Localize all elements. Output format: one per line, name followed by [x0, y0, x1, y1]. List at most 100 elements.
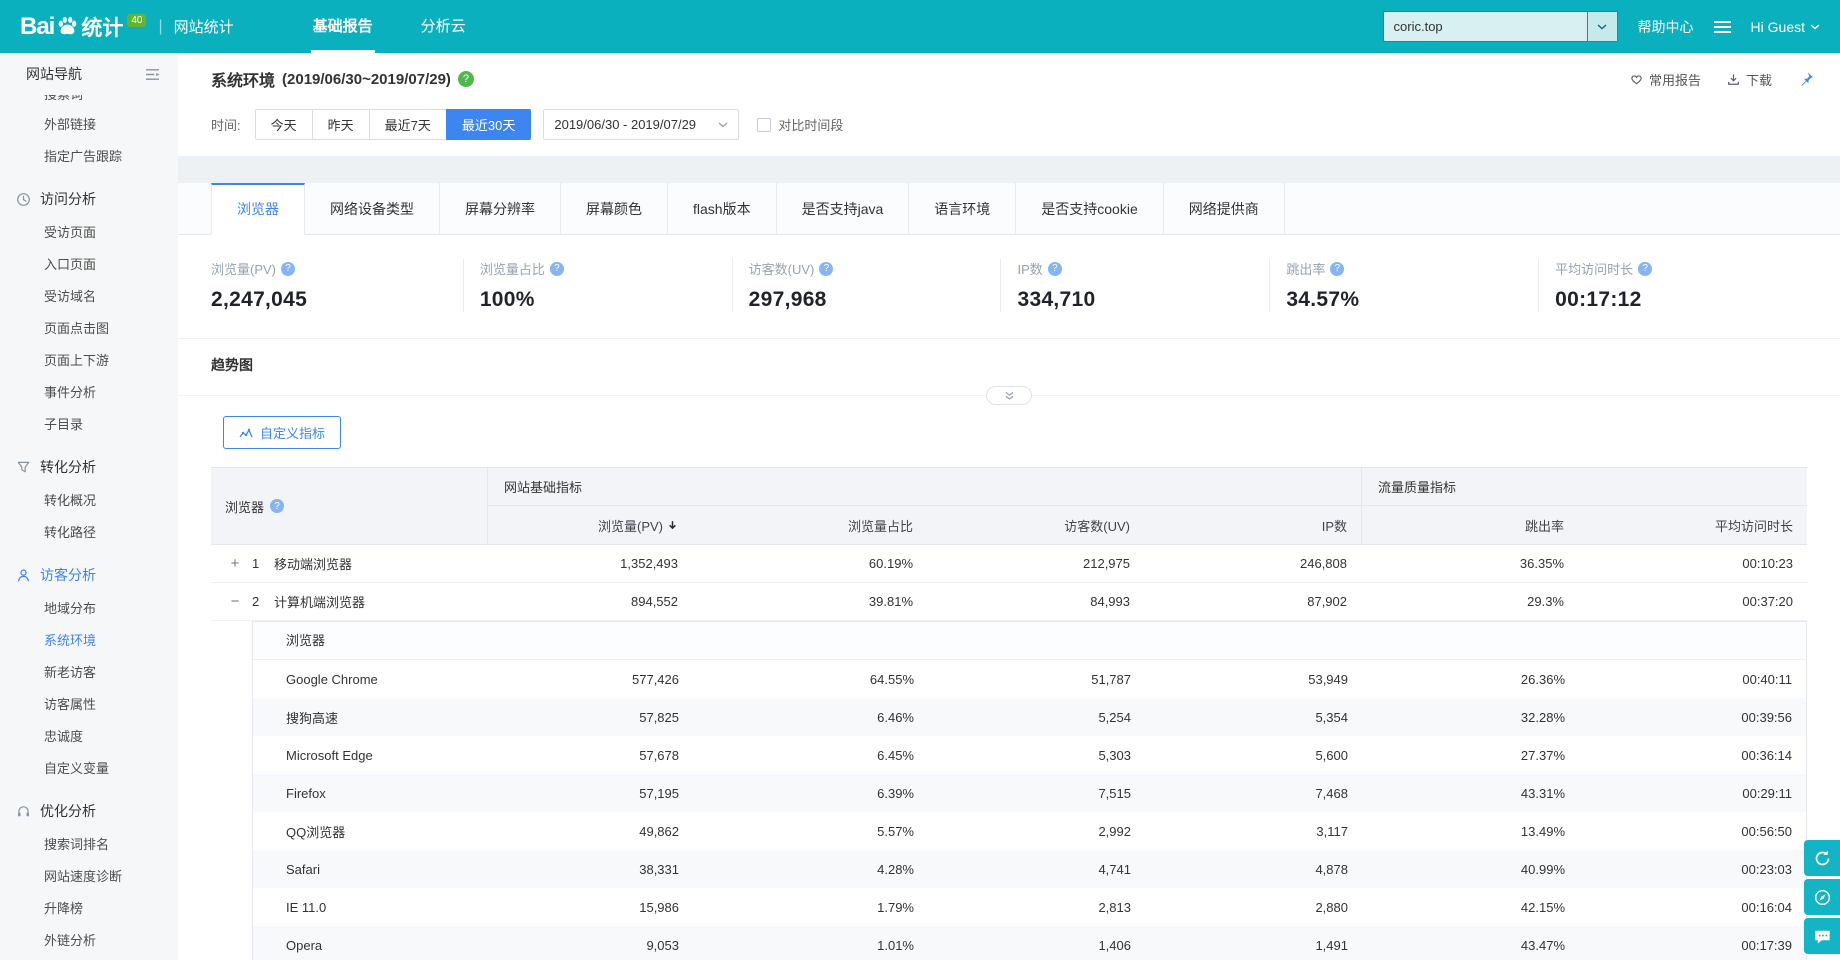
help-icon[interactable]: ? [819, 261, 834, 276]
date-range-select[interactable]: 2019/06/30 - 2019/07/29 [543, 109, 740, 140]
sub-table-row[interactable]: Safari 38,331 4.28% 4,741 4,878 40.99% 00:23:0… [253, 850, 1806, 888]
help-center-link[interactable]: 帮助中心 [1638, 17, 1694, 37]
sub-table-row[interactable]: IE 11.0 15,986 1.79% 2,813 2,880 42.15% 00:16:… [253, 888, 1806, 926]
metric-value: 2,247,045 [211, 288, 308, 311]
sidebar-item[interactable]: 访客属性 [0, 689, 178, 721]
row-value: 36.35% [1519, 556, 1564, 571]
refresh-float-button[interactable] [1804, 840, 1840, 876]
compare-checkbox[interactable] [757, 117, 772, 132]
sub-table-row[interactable]: Google Chrome 577,426 64.55% 51,787 53,949 26… [253, 660, 1806, 698]
menu-icon[interactable] [1713, 20, 1731, 33]
sidebar-item[interactable]: 入口页面 [0, 249, 178, 281]
sidebar-item[interactable]: 页面上下游 [0, 345, 178, 377]
sub-table-row[interactable]: Firefox 57,195 6.39% 7,515 7,468 43.31% 00:29:… [253, 774, 1806, 812]
sidebar-item[interactable]: 受访页面 [0, 217, 178, 249]
report-tab[interactable]: 是否支持cookie [1016, 183, 1164, 234]
sidebar-section[interactable]: 优化分析 [0, 793, 178, 829]
pin-icon[interactable] [1798, 71, 1814, 87]
sort-desc-icon[interactable] [667, 520, 678, 531]
sub-table-row[interactable]: Microsoft Edge 57,678 6.45% 5,303 5,600 27.37… [253, 736, 1806, 774]
sidebar-item[interactable]: 转化路径 [0, 517, 178, 549]
help-icon[interactable]: ? [457, 71, 474, 87]
sidebar-item[interactable]: 页面点击图 [0, 313, 178, 345]
custom-metric-button[interactable]: 自定义指标 [223, 416, 342, 449]
report-tab[interactable]: flash版本 [668, 183, 777, 234]
report-tab[interactable]: 是否支持java [777, 183, 910, 234]
table-row[interactable]: −2 计算机端浏览器 894,552 39.81% 84,993 87,902 29.3% 0… [211, 583, 1807, 621]
help-icon[interactable]: ? [281, 261, 296, 276]
sidebar-item[interactable]: 升降榜 [0, 893, 178, 925]
sidebar-item-site-nav[interactable]: 网站导航 [0, 53, 178, 95]
row-value: 39.81% [868, 594, 913, 609]
download-label: 下载 [1745, 72, 1772, 88]
chevron-down-icon[interactable] [1586, 12, 1617, 41]
column-header-label: 跳出率 [1524, 518, 1564, 534]
nav-tab[interactable]: 基础报告 [289, 0, 397, 53]
sub-table-row[interactable]: QQ浏览器 49,862 5.57% 2,992 3,117 13.49% 00:56:50 [253, 812, 1806, 850]
row-label: 搜狗高速 [286, 710, 339, 726]
sidebar-item[interactable]: 搜索词排名 [0, 829, 178, 861]
column-header[interactable]: 跳出率 [1361, 506, 1578, 544]
sidebar-item[interactable]: 忠诚度 [0, 721, 178, 753]
sidebar-item[interactable]: 新老访客 [0, 657, 178, 689]
nav-tab[interactable]: 分析云 [397, 0, 490, 53]
sidebar-item[interactable]: 子目录 [0, 409, 178, 441]
sidebar-item[interactable]: 系统环境 [0, 625, 178, 657]
column-header[interactable]: 访客数(UV) [927, 506, 1144, 544]
help-icon[interactable]: ? [1638, 261, 1653, 276]
sidebar-item[interactable]: 受访域名 [0, 281, 178, 313]
sidebar-item[interactable]: 地域分布 [0, 593, 178, 625]
column-header[interactable]: 浏览量(PV) [487, 506, 692, 544]
help-icon[interactable]: ? [1330, 261, 1345, 276]
row-value: 7,515 [1098, 785, 1131, 801]
column-header[interactable]: IP数 [1144, 506, 1361, 544]
row-value: 27.37% [1520, 747, 1565, 763]
column-header[interactable]: 平均访问时长 [1578, 506, 1807, 544]
user-menu[interactable]: Hi Guest [1751, 19, 1820, 35]
sub-table-row[interactable]: 搜狗高速 57,825 6.46% 5,254 5,354 32.28% 00:39:56 [253, 698, 1806, 736]
collapse-trend-button[interactable] [986, 386, 1032, 405]
range-button[interactable]: 最近30天 [445, 109, 532, 140]
table-row[interactable]: +1 移动端浏览器 1,352,493 60.19% 212,975 246,808 36.… [211, 545, 1807, 583]
download-button[interactable]: 下载 [1727, 70, 1772, 89]
sidebar-item[interactable]: 事件分析 [0, 377, 178, 409]
report-tab[interactable]: 浏览器 [211, 183, 305, 235]
sidebar-item[interactable]: 转化概况 [0, 485, 178, 517]
sidebar-item[interactable]: 搜索词 [0, 95, 178, 109]
sidebar-item[interactable]: 外部链接 [0, 109, 178, 141]
report-tab[interactable]: 网络提供商 [1164, 183, 1285, 234]
column-header[interactable]: 浏览量占比 [692, 506, 927, 544]
guide-float-button[interactable] [1804, 879, 1840, 915]
report-tab[interactable]: 屏幕颜色 [561, 183, 668, 234]
help-icon[interactable]: ? [549, 261, 564, 276]
row-value: 51,787 [1091, 671, 1131, 687]
help-icon[interactable]: ? [1047, 261, 1062, 276]
sidebar-section[interactable]: 转化分析 [0, 449, 178, 485]
metric-label: IP数? [1017, 259, 1269, 278]
compare-period-toggle[interactable]: 对比时间段 [757, 115, 843, 134]
sidebar-section[interactable]: 访客分析 [0, 557, 178, 593]
report-tab[interactable]: 语言环境 [909, 183, 1017, 234]
expand-row-icon[interactable]: + [227, 555, 243, 572]
collapse-row-icon[interactable]: − [227, 593, 243, 610]
site-selector[interactable]: coric.top [1382, 11, 1618, 42]
sidebar-section[interactable]: 访问分析 [0, 181, 178, 217]
sidebar-item-label: 指定广告跟踪 [44, 149, 123, 164]
collapse-menu-icon[interactable] [145, 68, 160, 81]
baidu-tongji-logo[interactable]: Bai 统计 40 | 网站统计 [20, 12, 234, 42]
chat-float-button[interactable] [1804, 918, 1840, 954]
sidebar-item[interactable]: 自定义变量 [0, 753, 178, 785]
report-tab[interactable]: 屏幕分辨率 [440, 183, 561, 234]
row-value: 00:40:11 [1742, 671, 1792, 687]
sidebar-item[interactable]: 网站速度诊断 [0, 861, 178, 893]
sidebar-item[interactable]: 指定广告跟踪 [0, 141, 178, 173]
favorite-report-button[interactable]: 常用报告 [1630, 70, 1701, 89]
range-button[interactable]: 今天 [254, 109, 313, 140]
sidebar-item[interactable]: 外链分析 [0, 925, 178, 957]
sub-table-header: 浏览器 [253, 622, 1806, 660]
report-tab[interactable]: 网络设备类型 [305, 183, 440, 234]
sub-table-row[interactable]: Opera 9,053 1.01% 1,406 1,491 43.47% 00:17:39 [253, 926, 1806, 960]
range-button[interactable]: 最近7天 [368, 109, 447, 140]
range-button[interactable]: 昨天 [311, 109, 370, 140]
help-icon[interactable]: ? [270, 499, 285, 513]
